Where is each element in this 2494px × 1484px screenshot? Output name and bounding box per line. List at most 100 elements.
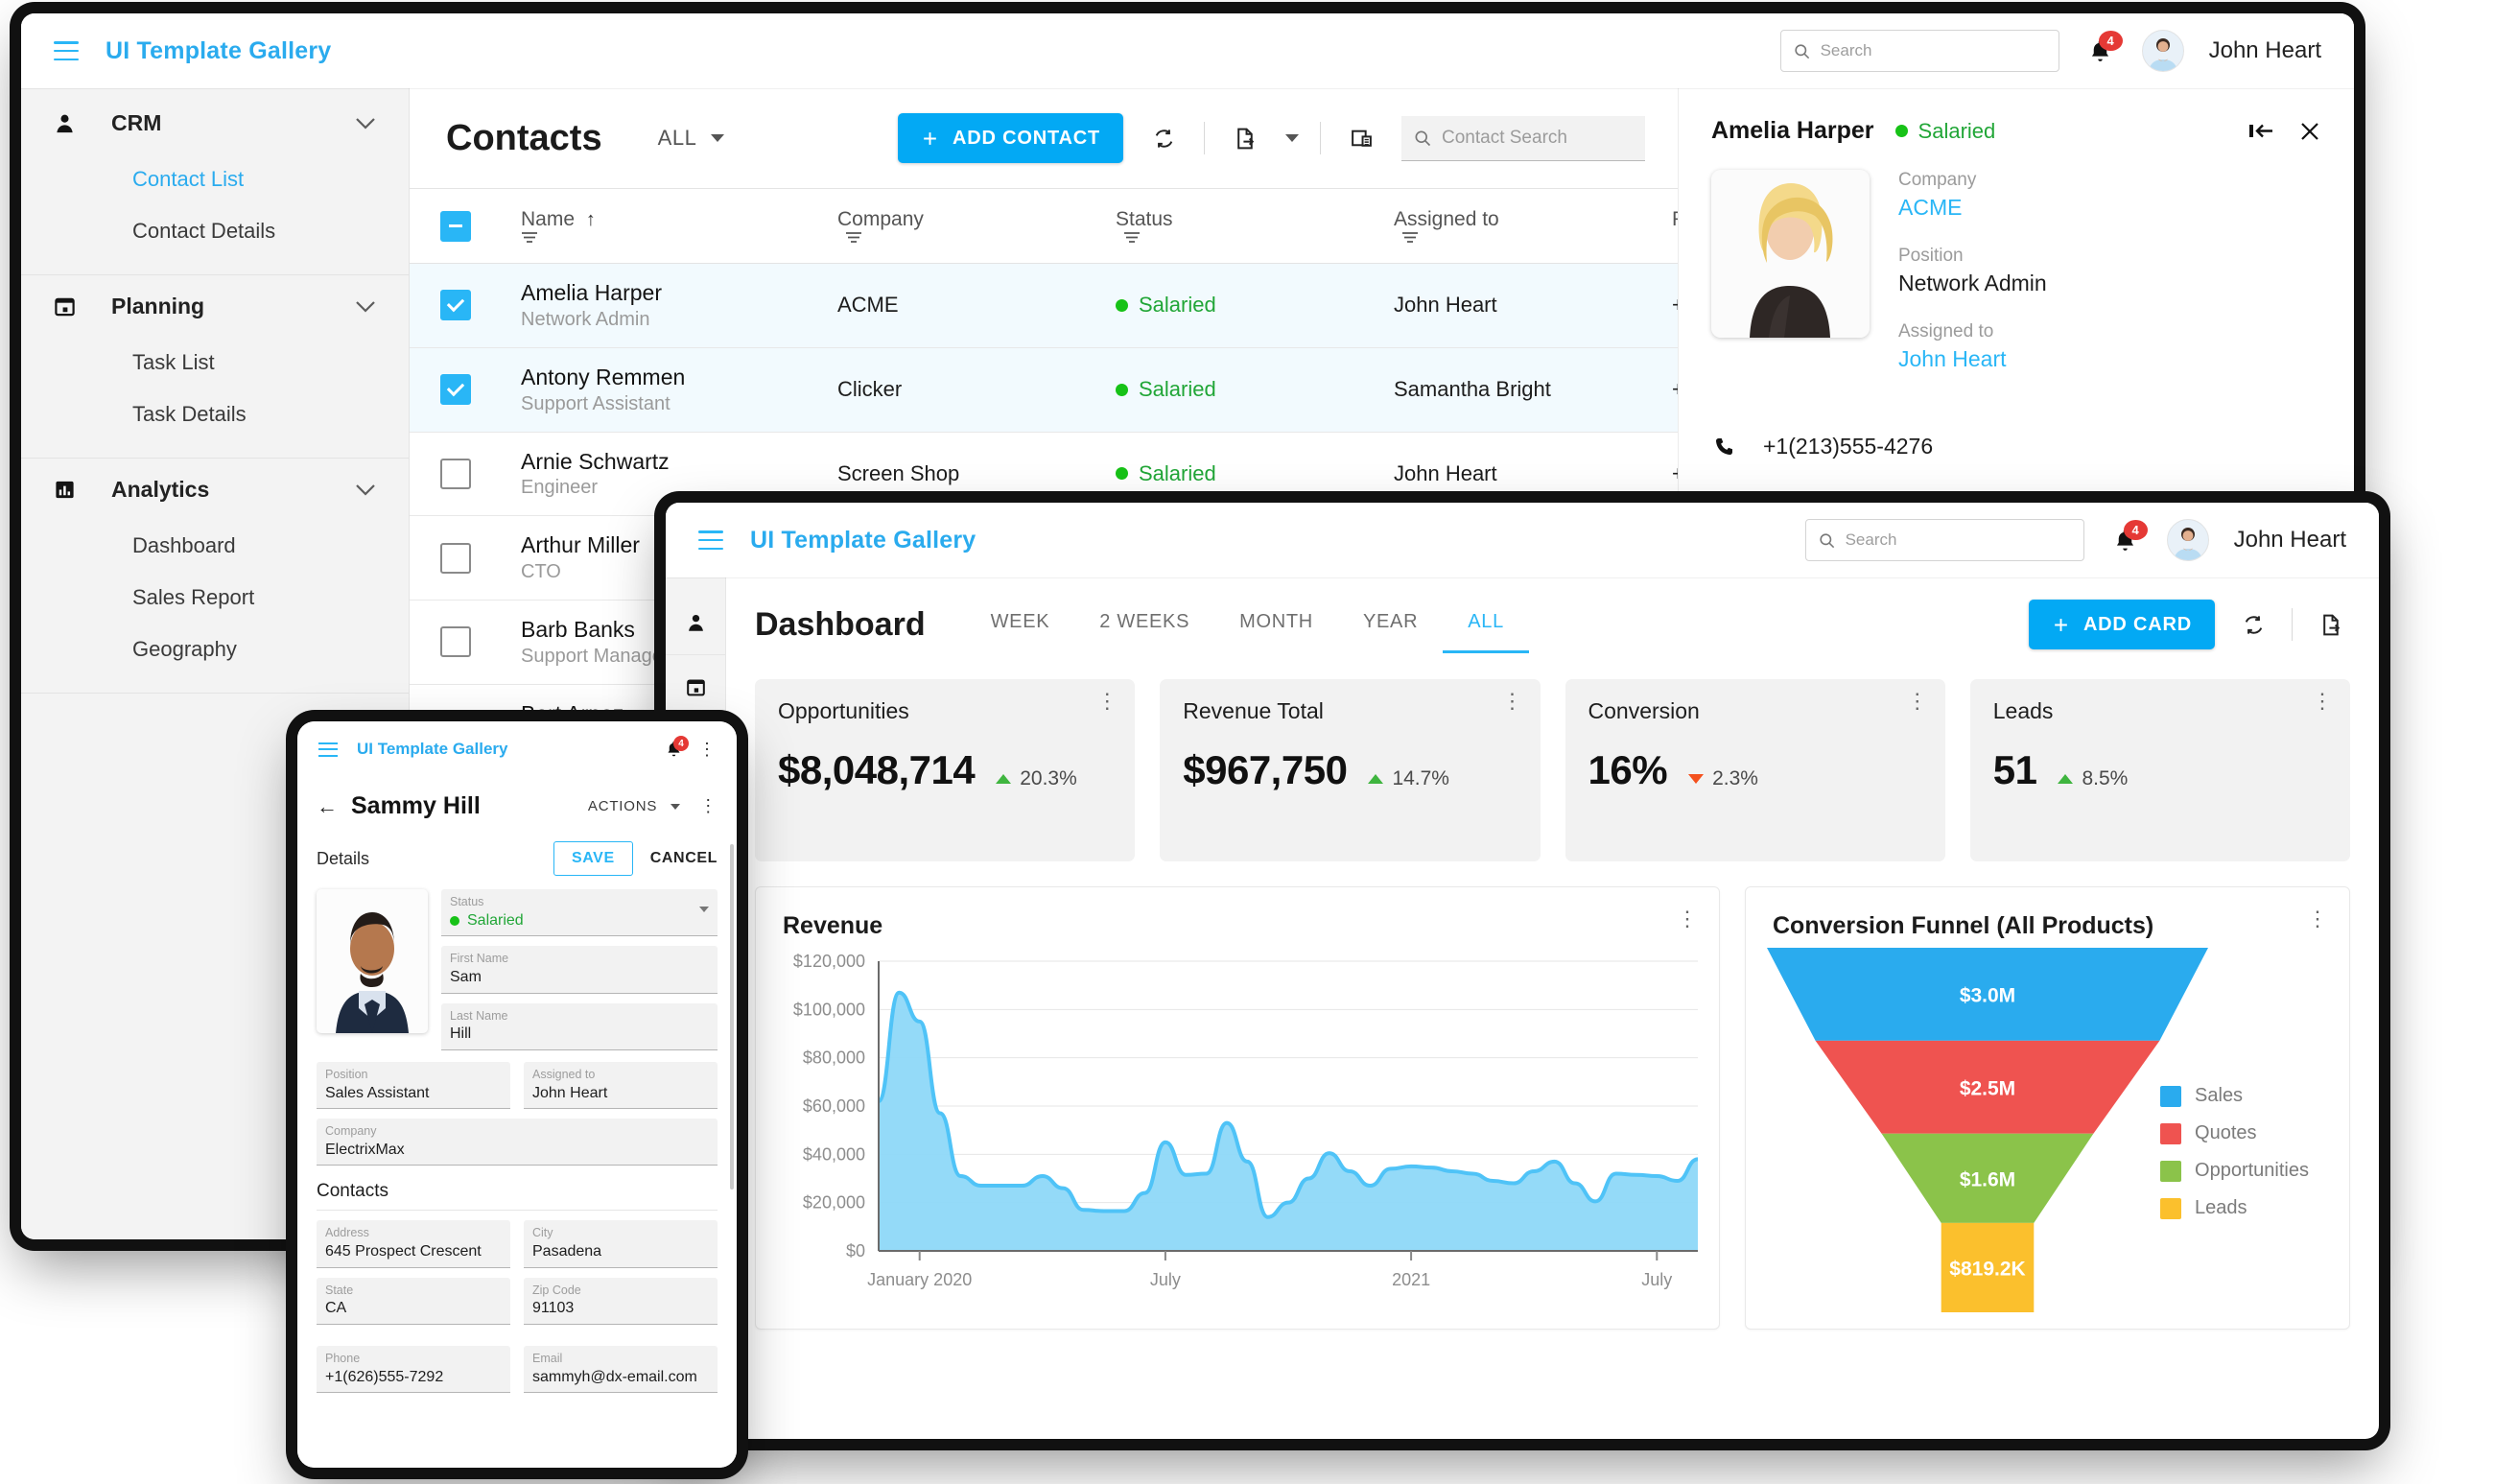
search-input[interactable]: Search (1779, 30, 2059, 72)
column-header-status[interactable]: Status (1116, 188, 1394, 264)
kpi-card-opportunities[interactable]: Opportunities $8,048,714 20.3% ⋮ (755, 679, 1136, 861)
refresh-icon[interactable] (2234, 605, 2272, 644)
legend-item-opportunities[interactable]: Opportunities (2160, 1160, 2309, 1182)
legend-item-leads[interactable]: Leads (2160, 1197, 2309, 1219)
cancel-button[interactable]: CANCEL (650, 850, 718, 867)
add-contact-button[interactable]: ADD CONTACT (898, 113, 1123, 163)
sidebar-item-contact-list[interactable]: Contact List (21, 153, 409, 205)
row-checkbox[interactable] (440, 374, 471, 406)
contacts-filter-select[interactable]: ALL (658, 126, 724, 151)
revenue-area-chart: $0 $20,000 $40,000 $60,000 $80,000 $100,000 $1… (793, 952, 1699, 1289)
back-arrow-icon[interactable]: ← (317, 795, 338, 817)
contact-search-input[interactable]: Contact Search (1401, 115, 1645, 161)
refresh-icon[interactable] (1144, 119, 1183, 157)
email-value: sammyh@dx-email.com (532, 1368, 697, 1385)
column-header-company[interactable]: Company (837, 188, 1116, 264)
user-name[interactable]: John Heart (2234, 527, 2346, 554)
save-button[interactable]: SAVE (553, 841, 633, 876)
kebab-menu-icon[interactable]: ⋮ (699, 797, 718, 813)
rail-item-planning[interactable] (666, 655, 725, 719)
kebab-menu-icon[interactable]: ⋮ (1502, 690, 1523, 711)
first-name-field[interactable]: First Name Sam (441, 946, 718, 994)
tab-month[interactable]: MONTH (1214, 596, 1338, 653)
sidebar-item-task-details[interactable]: Task Details (21, 389, 409, 440)
notifications-button[interactable]: 4 (665, 736, 689, 759)
svg-text:$40,000: $40,000 (803, 1144, 865, 1164)
kebab-menu-icon[interactable]: ⋮ (698, 741, 716, 757)
kpi-card-leads[interactable]: Leads 51 8.5% ⋮ (1969, 679, 2350, 861)
tab-2-weeks[interactable]: 2 WEEKS (1074, 596, 1214, 653)
kpi-card-revenue-total[interactable]: Revenue Total $967,750 14.7% ⋮ (1160, 679, 1541, 861)
user-name[interactable]: John Heart (2209, 37, 2321, 64)
sidebar-item-planning[interactable]: Planning (21, 275, 409, 337)
kebab-menu-icon[interactable]: ⋮ (1677, 907, 1698, 929)
kebab-menu-icon[interactable]: ⋮ (1096, 690, 1118, 711)
row-checkbox[interactable] (440, 290, 471, 321)
assigned-to-field[interactable]: Assigned to John Heart (524, 1061, 718, 1110)
column-header-name[interactable]: Name ↑ (521, 188, 837, 264)
company-field[interactable]: Company ElectrixMax (317, 1119, 718, 1166)
tab-all[interactable]: ALL (1443, 596, 1529, 653)
row-checkbox[interactable] (440, 458, 471, 489)
email-field[interactable]: Email sammyh@dx-email.com (524, 1345, 718, 1394)
export-file-icon[interactable] (2312, 605, 2350, 644)
kpi-card-conversion[interactable]: Conversion 16% 2.3% ⋮ (1565, 679, 1945, 861)
row-checkbox[interactable] (440, 542, 471, 574)
mobile-scrollbar[interactable] (730, 844, 734, 1190)
last-name-field[interactable]: Last Name Hill (441, 1002, 718, 1050)
hamburger-icon[interactable] (698, 530, 723, 550)
legend-item-quotes[interactable]: Quotes (2160, 1122, 2309, 1144)
column-chooser-icon[interactable] (1342, 119, 1380, 157)
kebab-menu-icon[interactable]: ⋮ (2312, 690, 2333, 711)
position-field[interactable]: Position Sales Assistant (317, 1061, 510, 1110)
status-field[interactable]: Status Salaried (441, 889, 718, 937)
hamburger-icon[interactable] (54, 41, 79, 60)
row-checkbox[interactable] (440, 626, 471, 658)
hamburger-icon[interactable] (318, 742, 338, 757)
avatar[interactable] (2166, 519, 2209, 561)
kebab-menu-icon[interactable]: ⋮ (2307, 907, 2328, 929)
filter-icon[interactable] (845, 231, 862, 244)
actions-dropdown[interactable]: ACTIONS ⋮ (588, 797, 718, 814)
state-field[interactable]: State CA (317, 1277, 510, 1325)
filter-icon[interactable] (1123, 231, 1141, 244)
search-input[interactable]: Search (1804, 519, 2084, 561)
notifications-button[interactable]: 4 (2084, 31, 2123, 68)
column-header-assigned-to[interactable]: Assigned to (1394, 188, 1672, 264)
contact-phone-row: +1(213)555-4276 (1711, 434, 2321, 459)
calendar-icon (54, 295, 86, 318)
sidebar-item-dashboard[interactable]: Dashboard (21, 520, 409, 572)
sidebar-item-task-list[interactable]: Task List (21, 337, 409, 389)
assigned-value[interactable]: John Heart (1898, 346, 2047, 372)
select-all-checkbox[interactable] (440, 210, 471, 242)
notifications-button[interactable]: 4 (2109, 520, 2148, 557)
export-file-icon[interactable] (1226, 119, 1264, 157)
trend-up-icon (996, 774, 1012, 784)
sidebar-item-geography[interactable]: Geography (21, 624, 409, 675)
address-field[interactable]: Address 645 Prospect Crescent (317, 1220, 510, 1268)
rail-item-crm[interactable] (666, 591, 725, 655)
svg-text:$0: $0 (846, 1241, 865, 1260)
close-icon[interactable] (2298, 120, 2321, 143)
add-card-button[interactable]: ADD CARD (2028, 600, 2215, 649)
legend-item-sales[interactable]: Sales (2160, 1085, 2309, 1107)
sidebar-item-crm[interactable]: CRM (21, 92, 409, 153)
filter-icon[interactable] (1401, 231, 1419, 244)
tab-year[interactable]: YEAR (1338, 596, 1443, 653)
chevron-down-icon[interactable] (1285, 134, 1299, 142)
app-brand[interactable]: UI Template Gallery (357, 740, 507, 759)
tab-week[interactable]: WEEK (966, 596, 1075, 653)
zip-code-field[interactable]: Zip Code 91103 (524, 1277, 718, 1325)
kebab-menu-icon[interactable]: ⋮ (1907, 690, 1928, 711)
company-value[interactable]: ACME (1898, 195, 2047, 221)
app-brand[interactable]: UI Template Gallery (106, 37, 331, 65)
sidebar-item-analytics[interactable]: Analytics (21, 459, 409, 520)
collapse-panel-icon[interactable] (2249, 123, 2273, 139)
phone-field[interactable]: Phone +1(626)555-7292 (317, 1345, 510, 1394)
sidebar-item-sales-report[interactable]: Sales Report (21, 572, 409, 624)
city-field[interactable]: City Pasadena (524, 1220, 718, 1268)
sidebar-item-contact-details[interactable]: Contact Details (21, 205, 409, 257)
app-brand[interactable]: UI Template Gallery (750, 527, 976, 554)
filter-icon[interactable] (521, 231, 538, 244)
avatar[interactable] (2141, 30, 2184, 72)
